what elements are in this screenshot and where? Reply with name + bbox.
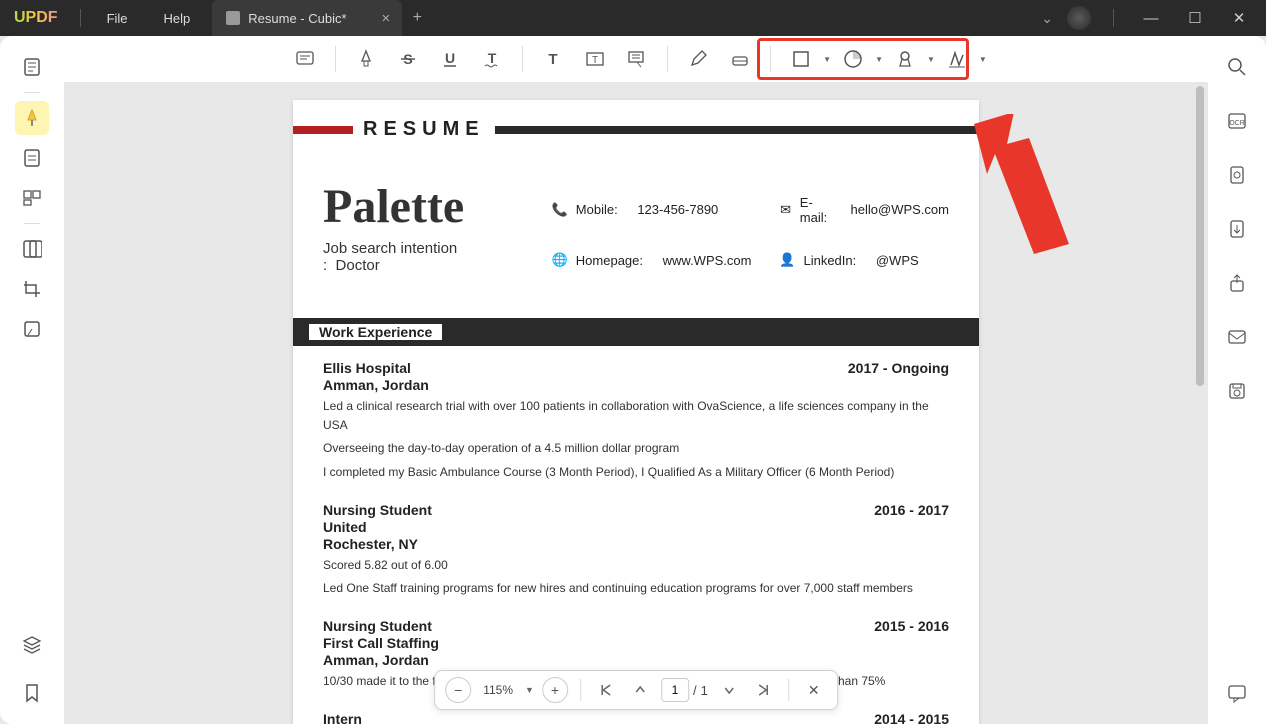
- annotation-toolbar: S U T T T ▼ ▼ ▼ ▼: [64, 36, 1208, 82]
- zoom-out-button[interactable]: −: [445, 677, 471, 703]
- tab-add-button[interactable]: +: [402, 9, 432, 27]
- titlebar-right: ⌄ — ☐ ✕: [1041, 6, 1266, 30]
- zoom-value: 115%: [479, 683, 517, 697]
- search-icon[interactable]: [1220, 50, 1254, 84]
- page-input[interactable]: [661, 678, 689, 702]
- email-icon[interactable]: [1220, 320, 1254, 354]
- header-accent: [293, 126, 353, 134]
- svg-text:OCR: OCR: [1229, 120, 1245, 127]
- text-tool[interactable]: T: [533, 42, 573, 76]
- chevron-down-icon[interactable]: ▼: [525, 685, 534, 695]
- divider: [788, 679, 789, 701]
- contact-grid: 📞Mobile: 123-456-7890 ✉E-mail: hello@WPS…: [552, 189, 949, 274]
- svg-text:T: T: [592, 55, 598, 66]
- reader-tool[interactable]: [15, 50, 49, 84]
- page-controls: − 115% ▼ + / 1 ✕: [434, 670, 838, 710]
- page-tool[interactable]: [15, 181, 49, 215]
- document-icon: [226, 11, 240, 25]
- highlight-tool[interactable]: [346, 42, 386, 76]
- close-icon[interactable]: ×: [382, 10, 391, 27]
- compress-icon[interactable]: [1220, 212, 1254, 246]
- tab-title: Resume - Cubic*: [248, 11, 346, 26]
- crop-tool[interactable]: [15, 272, 49, 306]
- app-logo: UPDF: [0, 9, 72, 27]
- divider: [24, 92, 40, 93]
- scrollbar[interactable]: [1196, 86, 1204, 720]
- divider: [580, 679, 581, 701]
- divider: [80, 9, 81, 27]
- underline-tool[interactable]: U: [430, 42, 470, 76]
- phone-icon: 📞: [552, 202, 568, 218]
- save-icon[interactable]: [1220, 374, 1254, 408]
- menu-help[interactable]: Help: [146, 11, 209, 26]
- layers-icon[interactable]: [15, 628, 49, 662]
- section-header: Work Experience: [293, 318, 979, 346]
- bookmark-icon[interactable]: [15, 676, 49, 710]
- eraser-tool[interactable]: [720, 42, 760, 76]
- last-page-button[interactable]: [750, 677, 776, 703]
- strikethrough-tool[interactable]: S: [388, 42, 428, 76]
- convert-icon[interactable]: [1220, 158, 1254, 192]
- close-window-button[interactable]: ✕: [1224, 9, 1254, 27]
- textbox-tool[interactable]: T: [575, 42, 615, 76]
- email-icon: ✉: [779, 202, 791, 218]
- svg-text:U: U: [445, 50, 455, 66]
- next-page-button[interactable]: [716, 677, 742, 703]
- page-indicator: / 1: [661, 678, 708, 702]
- resume-header: RESUME: [353, 118, 495, 141]
- zoom-in-button[interactable]: +: [542, 677, 568, 703]
- tab-active[interactable]: Resume - Cubic* ×: [212, 0, 402, 36]
- pdf-page: RESUME Palette Job search intention : Do…: [293, 100, 979, 724]
- pencil-tool[interactable]: [678, 42, 718, 76]
- chevron-down-icon[interactable]: ⌄: [1041, 10, 1053, 27]
- svg-text:T: T: [488, 50, 497, 66]
- job-intention: Job search intention : Doctor: [323, 240, 512, 274]
- left-sidebar: [0, 36, 64, 724]
- callout-tool[interactable]: [617, 42, 657, 76]
- prev-page-button[interactable]: [627, 677, 653, 703]
- share-icon[interactable]: [1220, 266, 1254, 300]
- minimize-button[interactable]: —: [1136, 10, 1166, 27]
- ocr-icon[interactable]: OCR: [1220, 104, 1254, 138]
- form-tool[interactable]: [15, 232, 49, 266]
- divider: [1113, 9, 1114, 27]
- svg-text:T: T: [549, 51, 558, 68]
- job-entry: Nursing Student2016 - 2017UnitedRocheste…: [293, 488, 979, 604]
- menu-file[interactable]: File: [89, 11, 146, 26]
- squiggly-tool[interactable]: T: [472, 42, 512, 76]
- divider: [522, 46, 523, 72]
- avatar[interactable]: [1067, 6, 1091, 30]
- maximize-button[interactable]: ☐: [1180, 9, 1210, 27]
- document-viewport[interactable]: RESUME Palette Job search intention : Do…: [64, 82, 1208, 724]
- divider: [24, 223, 40, 224]
- header-line: [495, 126, 979, 134]
- right-sidebar: OCR: [1208, 36, 1266, 724]
- resume-name: Palette: [323, 179, 512, 234]
- globe-icon: 🌐: [552, 252, 568, 268]
- comments-panel-icon[interactable]: [1220, 676, 1254, 710]
- chevron-down-icon: ▼: [979, 55, 987, 64]
- divider: [335, 46, 336, 72]
- close-controls-button[interactable]: ✕: [801, 677, 827, 703]
- job-entry: Ellis Hospital2017 - OngoingAmman, Jorda…: [293, 346, 979, 488]
- edit-tool[interactable]: [15, 141, 49, 175]
- first-page-button[interactable]: [593, 677, 619, 703]
- redact-tool[interactable]: [15, 312, 49, 346]
- divider: [667, 46, 668, 72]
- linkedin-icon: 👤: [779, 252, 795, 268]
- title-bar: UPDF File Help Resume - Cubic* × + ⌄ — ☐…: [0, 0, 1266, 36]
- note-tool[interactable]: [285, 42, 325, 76]
- highlight-box-annotation: [757, 38, 969, 80]
- comment-tool[interactable]: [15, 101, 49, 135]
